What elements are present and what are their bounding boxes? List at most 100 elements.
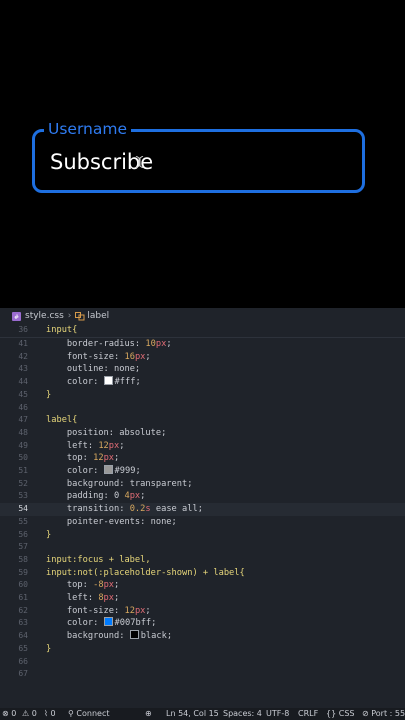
ports-count: 0 <box>50 709 56 718</box>
line-number: 63 <box>18 618 28 628</box>
line-text: top: 12px; <box>66 453 120 464</box>
line-text: transition: 0.2s ease all; <box>66 504 203 515</box>
errors-indicator[interactable]: ⊗ 0 <box>2 708 16 720</box>
line-number: 64 <box>18 631 28 641</box>
line-text: position: absolute; <box>66 427 167 438</box>
line-text: background: transparent; <box>66 478 193 489</box>
line-number: 47 <box>18 415 28 425</box>
line-number: 51 <box>18 466 28 475</box>
code-line[interactable]: 66 <box>0 656 405 669</box>
line-text: } <box>46 529 52 540</box>
line-text: color: #fff; <box>66 376 141 388</box>
code-line[interactable]: 46 <box>0 402 405 415</box>
code-line[interactable]: 53 padding: 0 4px; <box>0 490 405 503</box>
line-text: } <box>46 643 52 654</box>
line-number: 54 <box>18 504 28 514</box>
code-line[interactable]: 63 color: #007bff; <box>0 617 405 630</box>
braces-icon: {} <box>326 709 337 718</box>
line-number: 62 <box>18 605 28 615</box>
code-line[interactable]: 54 transition: 0.2s ease all; <box>0 503 405 516</box>
code-line[interactable]: 62 font-size: 12px; <box>0 605 405 618</box>
line-text: left: 8px; <box>66 593 120 603</box>
no-entry-icon: ⊘ <box>362 709 369 718</box>
preview-area: Username Subscribe <box>0 0 405 308</box>
warning-icon: ⚠ <box>22 709 30 718</box>
line-number: 49 <box>18 440 28 450</box>
line-text: font-size: 12px; <box>66 605 151 616</box>
code-line[interactable]: 60 top: -8px; <box>0 579 405 592</box>
line-number: 59 <box>18 567 28 577</box>
code-line[interactable]: 49 left: 12px; <box>0 440 405 453</box>
antenna-icon: ⌇ <box>44 709 48 718</box>
line-number: 42 <box>18 351 28 361</box>
line-text: top: -8px; <box>66 580 120 591</box>
language-mode[interactable]: {} CSS <box>326 708 354 720</box>
code-line[interactable]: 42 font-size: 16px; <box>0 351 405 364</box>
sticky-scroll-header[interactable]: 36 input{ <box>0 324 405 338</box>
line-text: padding: 0 4px; <box>66 491 146 502</box>
line-number: 56 <box>18 529 28 539</box>
line-number: 57 <box>18 542 28 552</box>
code-line[interactable]: 41 border-radius: 10px; <box>0 338 405 351</box>
code-line[interactable]: 64 background: black; <box>0 630 405 643</box>
code-line[interactable]: 55 pointer-events: none; <box>0 516 405 529</box>
code-line[interactable]: 45} <box>0 389 405 402</box>
status-bar: ⊗ 0 ⚠ 0 ⌇ 0 ⚲ Connect ⊕ Ln 54, Col 15 Sp… <box>0 708 405 720</box>
css-file-icon: # <box>12 311 21 321</box>
line-number: 60 <box>18 580 28 590</box>
line-text: label{ <box>46 415 78 426</box>
zoom-icon[interactable]: ⊕ <box>145 708 152 720</box>
code-line[interactable]: 43 outline: none; <box>0 363 405 376</box>
code-line[interactable]: 61 left: 8px; <box>0 592 405 605</box>
live-server-port[interactable]: ⊘ Port : 550 <box>362 708 405 720</box>
line-number: 41 <box>18 339 28 348</box>
line-text: font-size: 16px; <box>66 351 151 362</box>
cursor-position[interactable]: Ln 54, Col 15 <box>166 708 219 720</box>
code-line[interactable]: 57 <box>0 541 405 554</box>
errors-count: 0 <box>11 709 17 718</box>
chevron-right-icon: › <box>67 311 72 321</box>
code-line[interactable]: 56} <box>0 529 405 542</box>
plug-icon: ⚲ <box>68 709 74 718</box>
line-text: color: #007bff; <box>66 617 157 629</box>
line-number: 52 <box>18 478 28 488</box>
code-line[interactable]: 50 top: 12px; <box>0 452 405 465</box>
code-line[interactable]: 58 input:focus + label, <box>0 554 405 567</box>
line-number: 43 <box>18 364 28 374</box>
code-line[interactable]: 65} <box>0 643 405 656</box>
line-number: 58 <box>18 554 28 564</box>
code-line[interactable]: 51 color: #999; <box>0 465 405 478</box>
code-editor[interactable]: # style.css › label 36 input{ 41 border-… <box>0 308 405 720</box>
end-of-line[interactable]: CRLF <box>298 708 318 720</box>
line-number: 61 <box>18 593 28 602</box>
code-line[interactable]: 44 color: #fff; <box>0 376 405 389</box>
line-number: 55 <box>18 516 28 526</box>
connect-button[interactable]: ⚲ Connect <box>68 708 109 720</box>
line-text: outline: none; <box>66 364 141 375</box>
warnings-indicator[interactable]: ⚠ 0 <box>22 708 37 720</box>
line-text: input:not(:placeholder-shown) + label{ <box>46 567 245 578</box>
line-number: 48 <box>18 427 28 437</box>
line-text: pointer-events: none; <box>66 516 177 527</box>
ports-indicator[interactable]: ⌇ 0 <box>44 708 56 720</box>
line-text: } <box>46 389 52 400</box>
breadcrumb: # style.css › label <box>0 308 405 324</box>
code-line[interactable]: 47 label{ <box>0 414 405 427</box>
line-text: border-radius: 10px; <box>66 339 172 349</box>
breadcrumb-symbol[interactable]: label <box>87 311 109 321</box>
symbol-selector-icon <box>75 312 85 321</box>
encoding[interactable]: UTF-8 <box>266 708 289 720</box>
code-line[interactable]: 59 input:not(:placeholder-shown) + label{ <box>0 567 405 580</box>
code-line[interactable]: 52 background: transparent; <box>0 478 405 491</box>
port-label: Port : 550 <box>371 709 405 718</box>
username-label: Username <box>44 119 132 139</box>
sticky-line-text: input{ <box>46 325 78 335</box>
code-line[interactable]: 48 position: absolute; <box>0 427 405 440</box>
line-number: 66 <box>18 656 28 666</box>
language-label: CSS <box>338 709 355 718</box>
code-line[interactable]: 67 <box>0 668 405 681</box>
indentation[interactable]: Spaces: 4 <box>223 708 262 720</box>
line-text: color: #999; <box>66 465 141 476</box>
breadcrumb-file[interactable]: style.css <box>25 311 64 321</box>
svg-text:#: # <box>14 314 19 321</box>
